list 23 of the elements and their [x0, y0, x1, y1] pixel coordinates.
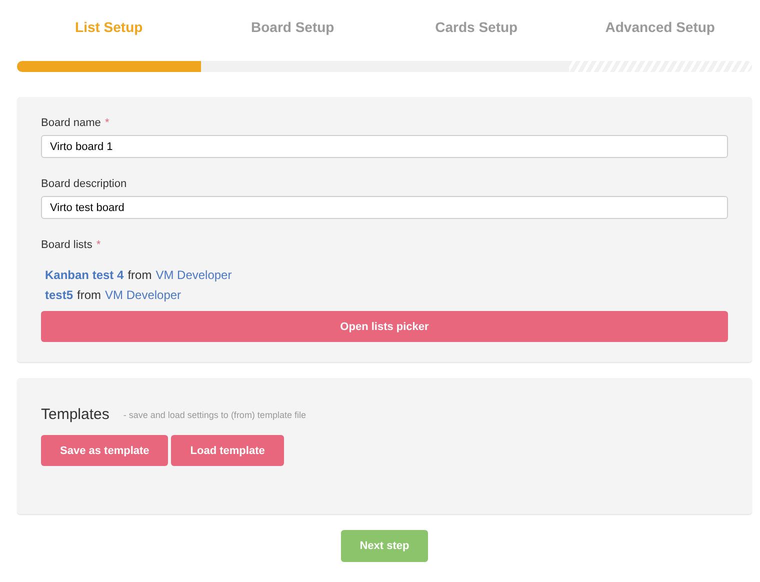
step-tab[interactable]: Cards Setup — [384, 19, 568, 35]
list-link[interactable]: Kanban test 4 — [45, 268, 124, 282]
step-tab[interactable]: Board Setup — [200, 19, 384, 35]
templates-hint: - save and load settings to (from) template file — [123, 410, 306, 420]
owner-link[interactable]: VM Developer — [156, 268, 232, 282]
step-tab[interactable]: List Setup — [17, 19, 201, 35]
required-mark: * — [104, 117, 110, 129]
required-mark: * — [96, 239, 101, 251]
open-lists-picker-button[interactable]: Open lists picker — [41, 311, 728, 342]
field-label: Board lists — [41, 239, 92, 251]
owner-link[interactable]: VM Developer — [105, 288, 182, 302]
from-text: from — [77, 288, 102, 302]
input-field[interactable]: Virto test board — [41, 196, 728, 219]
template-button[interactable]: Save as template — [41, 435, 168, 466]
input-field[interactable]: Virto board 1 — [41, 135, 728, 158]
list-link[interactable]: test5 — [45, 288, 74, 302]
template-button[interactable]: Load template — [171, 435, 284, 466]
step-tab[interactable]: Advanced Setup — [568, 19, 752, 35]
next-step-button[interactable]: Next step — [341, 530, 428, 562]
from-text: from — [128, 268, 152, 282]
templates-title: Templates — [41, 406, 110, 423]
field-label: Board description — [41, 178, 127, 190]
field-label: Board name — [41, 117, 101, 129]
